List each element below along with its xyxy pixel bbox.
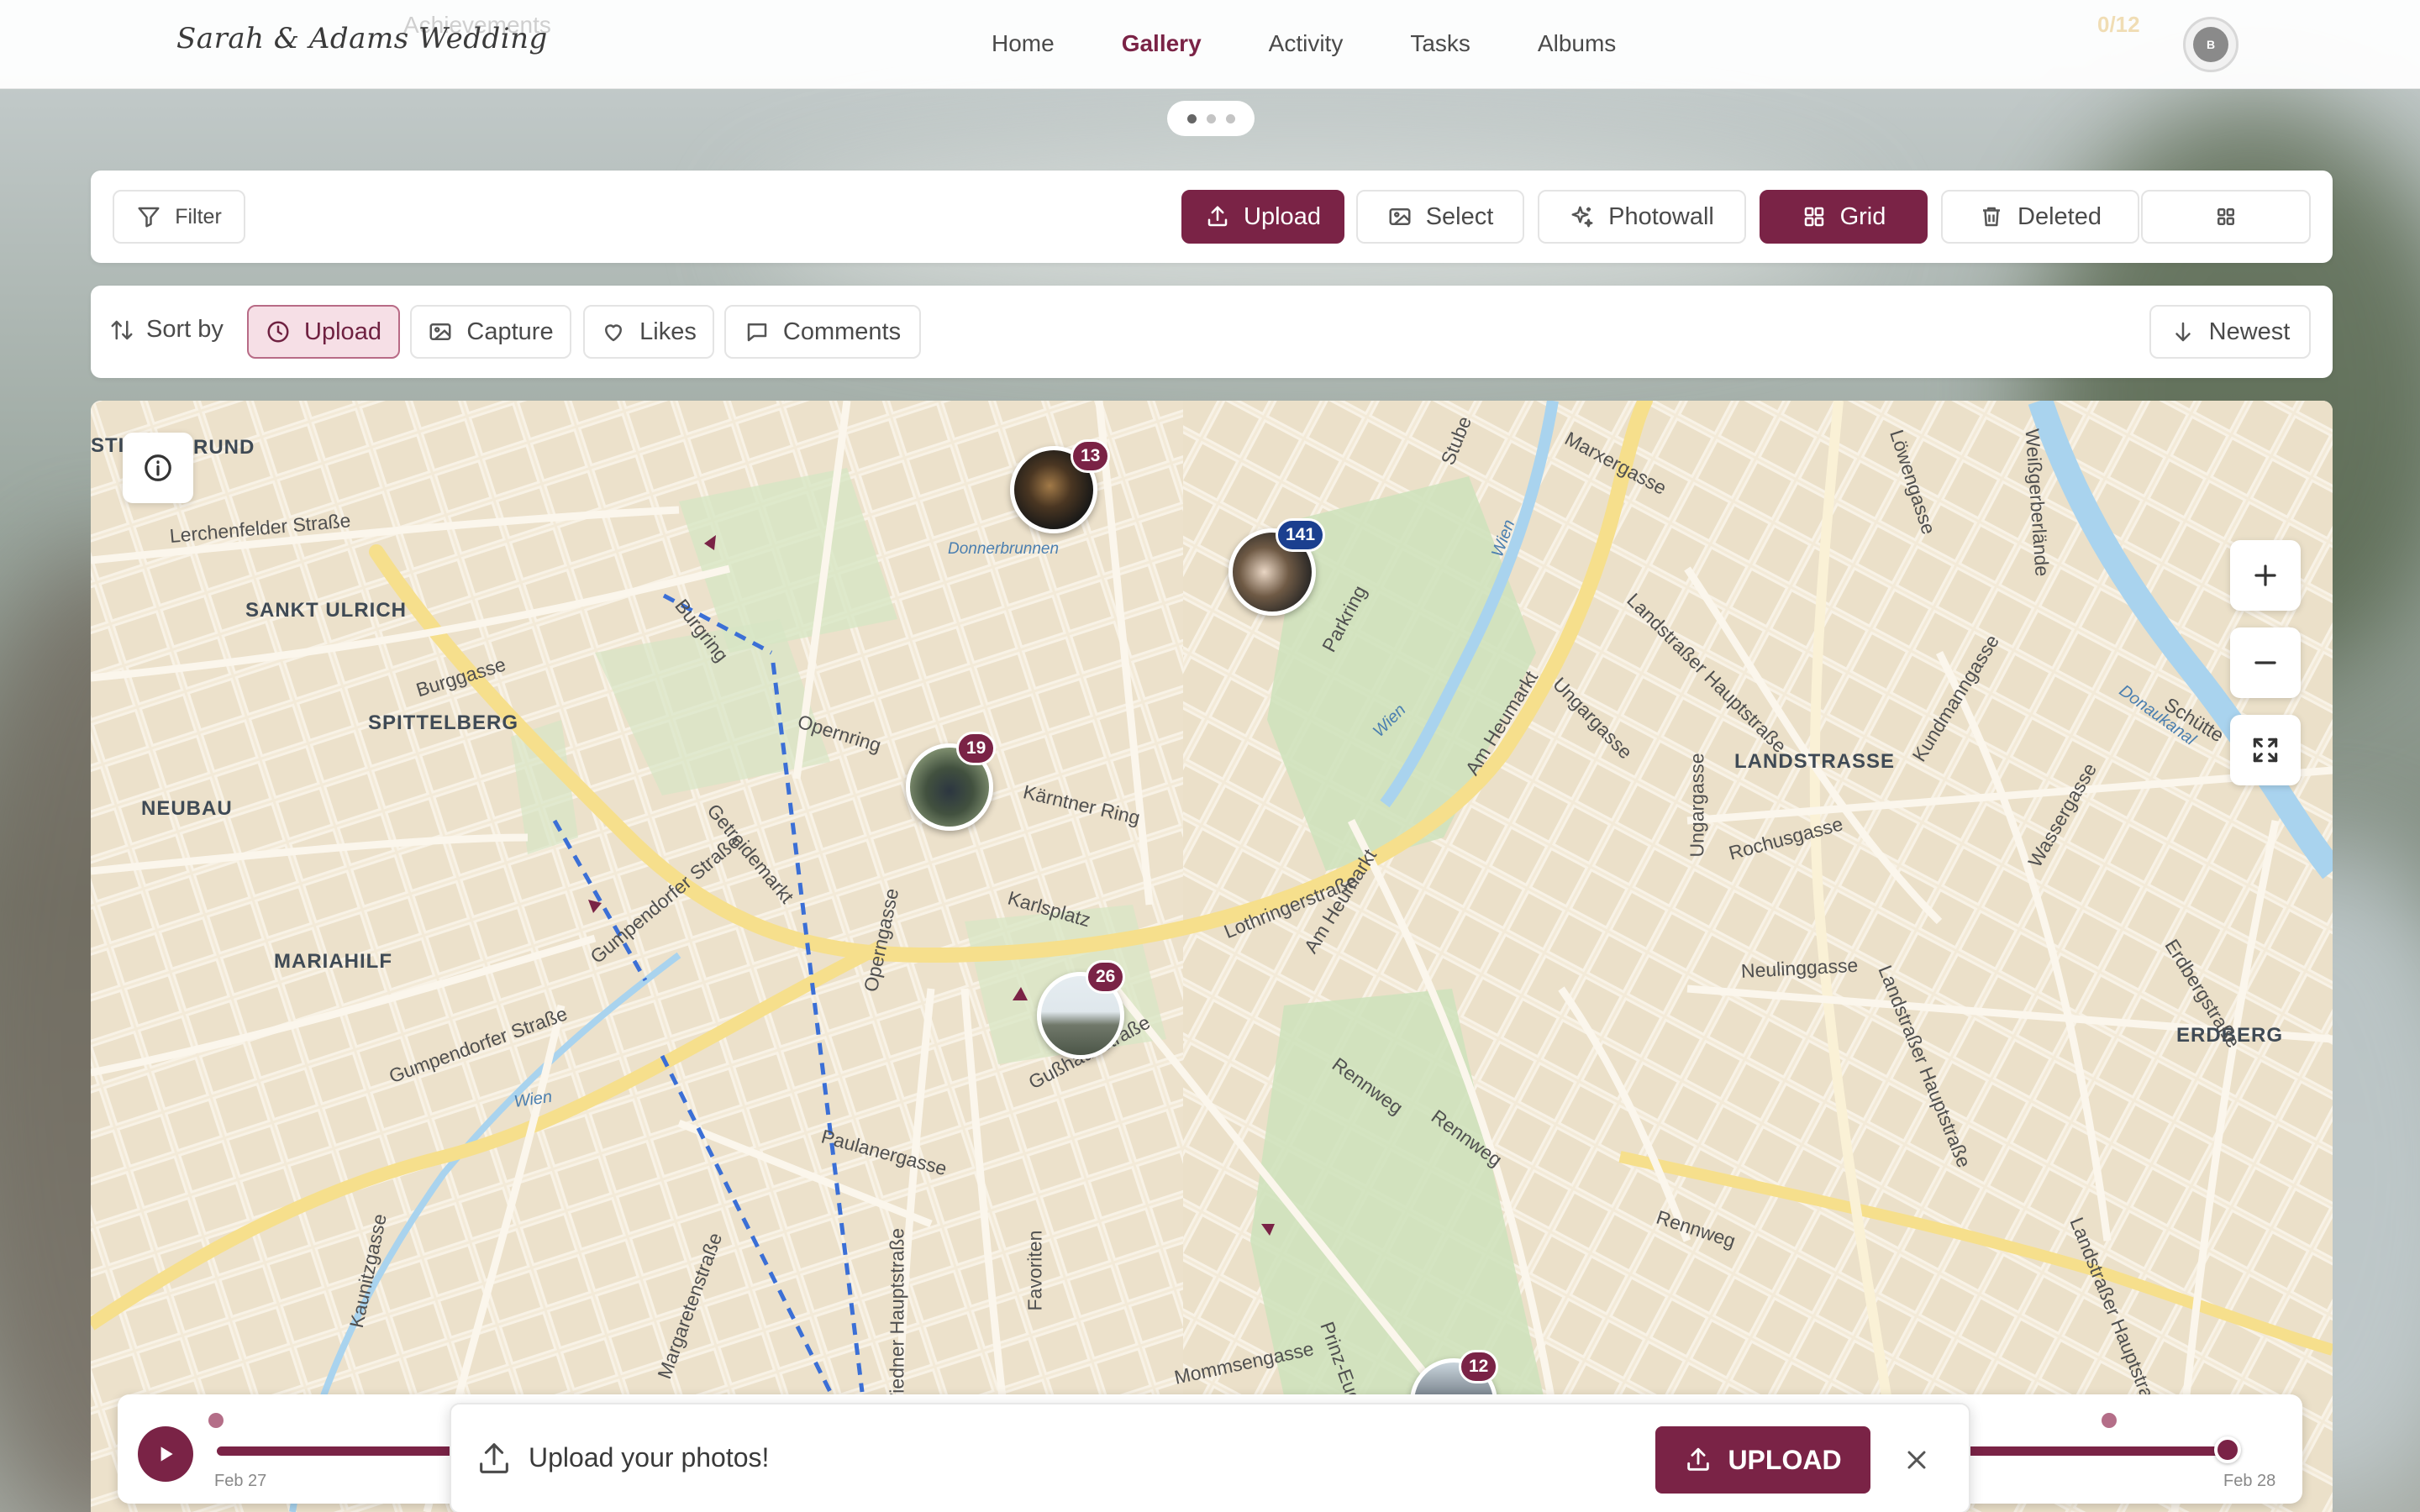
avatar-initial: B	[2193, 27, 2228, 62]
top-navigation: Achievements Sarah & Adams Wedding Home …	[0, 0, 2420, 89]
nav-albums[interactable]: Albums	[1538, 30, 1616, 57]
district-label-spittelberg: SPITTELBERG	[368, 711, 519, 734]
cluster-count-badge-5: 12	[1459, 1350, 1499, 1383]
district-label-sti: STI	[91, 434, 125, 457]
deleted-button[interactable]: Deleted	[1941, 190, 2139, 244]
photowall-button[interactable]: Photowall	[1538, 190, 1746, 244]
pager-dot-2[interactable]	[1206, 113, 1216, 123]
timeline-end-date: Feb 28	[2223, 1472, 2276, 1490]
zoom-out-button[interactable]	[2230, 627, 2301, 698]
arrow-down-icon	[2175, 322, 2191, 342]
close-icon[interactable]	[1902, 1445, 1932, 1475]
achievements-ghost-count: 0/12	[2097, 12, 2140, 37]
sort-upload-button[interactable]: Upload	[247, 305, 400, 359]
toast-upload-button[interactable]: UPLOAD	[1655, 1426, 1870, 1494]
upload-prompt-toast: Upload your photos! UPLOAD	[450, 1403, 1970, 1512]
map-tiles	[91, 401, 2333, 1512]
filter-label: Filter	[175, 204, 222, 228]
play-button[interactable]	[138, 1426, 193, 1482]
grid-label: Grid	[1839, 202, 1886, 230]
cluster-count-badge-2: 141	[1276, 518, 1326, 552]
toast-upload-label: UPLOAD	[1728, 1444, 1842, 1475]
sort-likes-label: Likes	[639, 318, 697, 345]
sort-likes-button[interactable]: Likes	[583, 305, 714, 359]
district-label-rund: RUND	[193, 436, 255, 459]
avatar[interactable]: B	[2183, 17, 2238, 72]
expand-icon	[2253, 738, 2278, 763]
gallery-toolbar: Filter Upload Select Photowall Grid Dele…	[91, 171, 2333, 263]
pager-dot-3[interactable]	[1225, 113, 1235, 123]
street-label: Wiedner Hauptstraße	[886, 1227, 908, 1412]
cluster-count-badge-4: 26	[1086, 960, 1126, 994]
timeline-start-date: Feb 27	[214, 1472, 267, 1490]
grid-button[interactable]: Grid	[1760, 190, 1928, 244]
play-icon	[160, 1446, 173, 1462]
brand-title[interactable]: Sarah & Adams Wedding	[176, 22, 548, 55]
select-button[interactable]: Select	[1356, 190, 1524, 244]
info-icon	[145, 454, 171, 481]
nav-home[interactable]: Home	[992, 30, 1055, 57]
sort-capture-label: Capture	[466, 318, 554, 345]
clock-icon	[267, 321, 289, 343]
plus-icon	[2254, 564, 2276, 586]
upload-label: Upload	[1244, 202, 1321, 230]
grid-icon	[1804, 207, 1823, 227]
street-label: Ungargasse	[1686, 753, 1708, 858]
photo-map[interactable]: STI RUND SANKT ULRICH SPITTELBERG NEUBAU…	[91, 401, 2333, 1512]
upload-icon	[1687, 1447, 1710, 1471]
nav-tasks[interactable]: Tasks	[1410, 30, 1470, 57]
sort-arrows-icon	[111, 320, 133, 339]
sort-order-label: Newest	[2208, 318, 2291, 345]
trash-icon	[1983, 207, 2001, 227]
deleted-label: Deleted	[2018, 202, 2102, 230]
sparkles-icon	[1571, 206, 1593, 228]
select-label: Select	[1425, 202, 1494, 230]
fullscreen-button[interactable]	[2230, 715, 2301, 785]
nav-gallery[interactable]: Gallery	[1122, 30, 1202, 57]
sort-upload-label: Upload	[304, 318, 381, 345]
zoom-in-button[interactable]	[2230, 540, 2301, 611]
sort-order-button[interactable]: Newest	[2149, 305, 2311, 359]
filter-icon	[138, 207, 160, 228]
sort-comments-button[interactable]: Comments	[724, 305, 921, 359]
street-label: Donnerbrunnen	[948, 540, 1060, 558]
map-info-button[interactable]	[123, 433, 193, 503]
toast-message: Upload your photos!	[529, 1442, 770, 1473]
district-label-neubau: NEUBAU	[141, 797, 233, 820]
upload-button[interactable]: Upload	[1181, 190, 1344, 244]
sort-by-label: Sort by	[109, 316, 224, 344]
comment-icon	[747, 323, 767, 342]
cluster-count-badge-1: 13	[1071, 439, 1111, 473]
photowall-label: Photowall	[1608, 202, 1714, 230]
timeline-track-right[interactable]	[1949, 1446, 2227, 1456]
nav-activity[interactable]: Activity	[1269, 30, 1344, 57]
timeline-track-left[interactable]	[217, 1446, 460, 1456]
timeline-marker-dot[interactable]	[208, 1413, 224, 1428]
district-label-sankt-ulrich: SANKT ULRICH	[245, 599, 407, 622]
image-icon	[1389, 208, 1411, 225]
timeline-handle[interactable]	[2214, 1436, 2241, 1463]
image-icon	[429, 323, 451, 340]
minus-icon	[2254, 661, 2276, 664]
sort-capture-button[interactable]: Capture	[410, 305, 571, 359]
layout-toggle-button[interactable]	[2141, 190, 2311, 244]
carousel-pager	[1167, 101, 1255, 136]
pager-dot-1[interactable]	[1186, 113, 1197, 123]
street-label: Favoriten	[1023, 1230, 1046, 1311]
cluster-count-badge-3: 19	[956, 732, 997, 765]
small-grid-icon	[2217, 208, 2234, 225]
sort-comments-label: Comments	[782, 318, 902, 345]
district-label-landstrasse: LANDSTRASSE	[1734, 750, 1896, 773]
filter-button[interactable]: Filter	[113, 190, 245, 244]
heart-icon	[605, 324, 623, 342]
upload-icon	[480, 1443, 508, 1473]
nav-links: Home Gallery Activity Tasks Albums	[992, 30, 1683, 57]
sort-toolbar: Sort by Upload Capture Likes Comments Ne…	[91, 286, 2333, 378]
upload-icon	[1207, 206, 1228, 227]
sort-by-text: Sort by	[146, 316, 224, 343]
timeline-marker-dot[interactable]	[2102, 1413, 2117, 1428]
district-label-mariahilf: MARIAHILF	[274, 950, 392, 973]
